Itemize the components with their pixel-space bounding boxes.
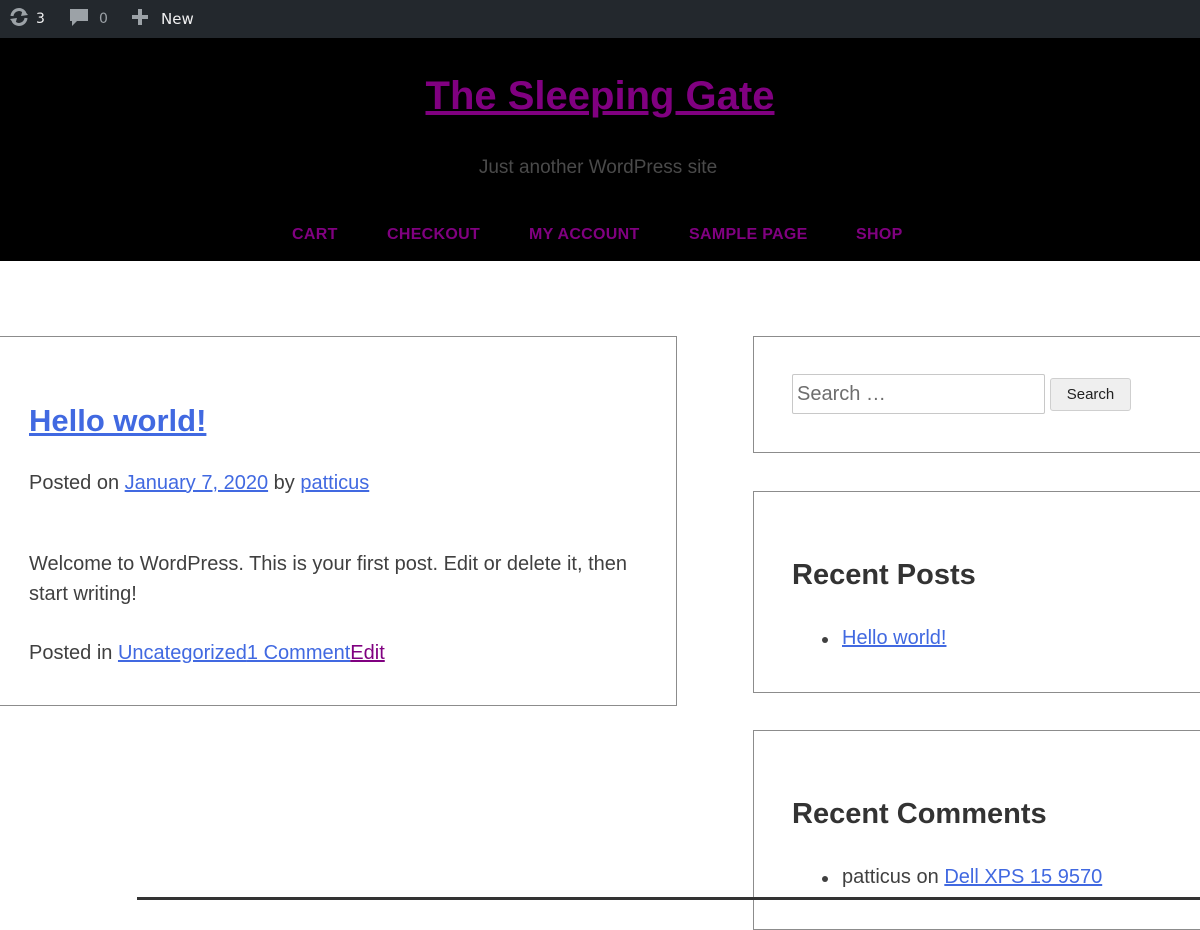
edit-link[interactable]: Edit [350, 642, 384, 664]
nav-item-shop[interactable]: SHOP [856, 226, 903, 244]
post-meta: Posted on January 7, 2020 by patticus [29, 472, 369, 495]
recent-posts-title: Recent Posts [792, 559, 976, 591]
comment-bubble-icon [68, 6, 90, 32]
post-author-link[interactable]: patticus [300, 472, 369, 494]
posted-on-label: Posted on [29, 472, 120, 494]
nav-item-sample-page[interactable]: SAMPLE PAGE [689, 226, 808, 244]
recent-comments-list: patticus on Dell XPS 15 9570 [792, 866, 1102, 889]
recent-comments-widget: Recent Comments patticus on Dell XPS 15 … [753, 730, 1200, 930]
nav-item-cart[interactable]: CART [292, 226, 338, 244]
recent-post-link[interactable]: Hello world! [842, 627, 946, 649]
comments-count: 0 [99, 11, 108, 27]
category-link[interactable]: Uncategorized [118, 642, 247, 664]
posted-in-label: Posted in [29, 642, 113, 664]
comments-link[interactable]: 1 Comment [247, 642, 350, 664]
post-content: Welcome to WordPress. This is your first… [29, 553, 628, 605]
post-title: Hello world! [29, 403, 206, 439]
site-title-link[interactable]: The Sleeping Gate [426, 74, 775, 118]
comment-post-link[interactable]: Dell XPS 15 9570 [944, 866, 1102, 888]
recent-posts-widget: Recent Posts Hello world! [753, 491, 1200, 693]
main-navigation: CART CHECKOUT MY ACCOUNT SAMPLE PAGE SHO… [0, 226, 1200, 246]
nav-item-checkout[interactable]: CHECKOUT [387, 226, 480, 244]
site-header: The Sleeping Gate Just another WordPress… [0, 38, 1200, 261]
updates-icon [8, 6, 30, 32]
admin-bar: 3 0 New [0, 0, 1200, 38]
list-item: patticus on Dell XPS 15 9570 [821, 866, 1102, 889]
post-date-link[interactable]: January 7, 2020 [125, 472, 268, 494]
site-tagline: Just another WordPress site [478, 157, 718, 178]
nav-item-my-account[interactable]: MY ACCOUNT [529, 226, 640, 244]
site-title: The Sleeping Gate [0, 72, 1200, 120]
post-card: Hello world! Posted on January 7, 2020 b… [0, 336, 677, 706]
list-item: Hello world! [821, 627, 946, 650]
search-button[interactable]: Search [1050, 378, 1131, 411]
by-label: by [273, 472, 295, 494]
updates-menu[interactable]: 3 [8, 0, 45, 38]
updates-count: 3 [36, 11, 45, 27]
comment-author: patticus [842, 866, 911, 888]
recent-comments-title: Recent Comments [792, 798, 1047, 830]
comments-menu[interactable]: 0 [68, 0, 108, 38]
search-widget: Search [753, 336, 1200, 453]
post-footer: Posted in Uncategorized1 CommentEdit [29, 642, 385, 665]
plus-icon [130, 7, 150, 31]
new-label: New [161, 10, 194, 28]
recent-posts-list: Hello world! [792, 627, 946, 650]
search-input[interactable] [792, 374, 1045, 414]
post-title-link[interactable]: Hello world! [29, 403, 206, 438]
new-content-menu[interactable]: New [130, 0, 194, 38]
comment-on-label: on [916, 866, 939, 888]
